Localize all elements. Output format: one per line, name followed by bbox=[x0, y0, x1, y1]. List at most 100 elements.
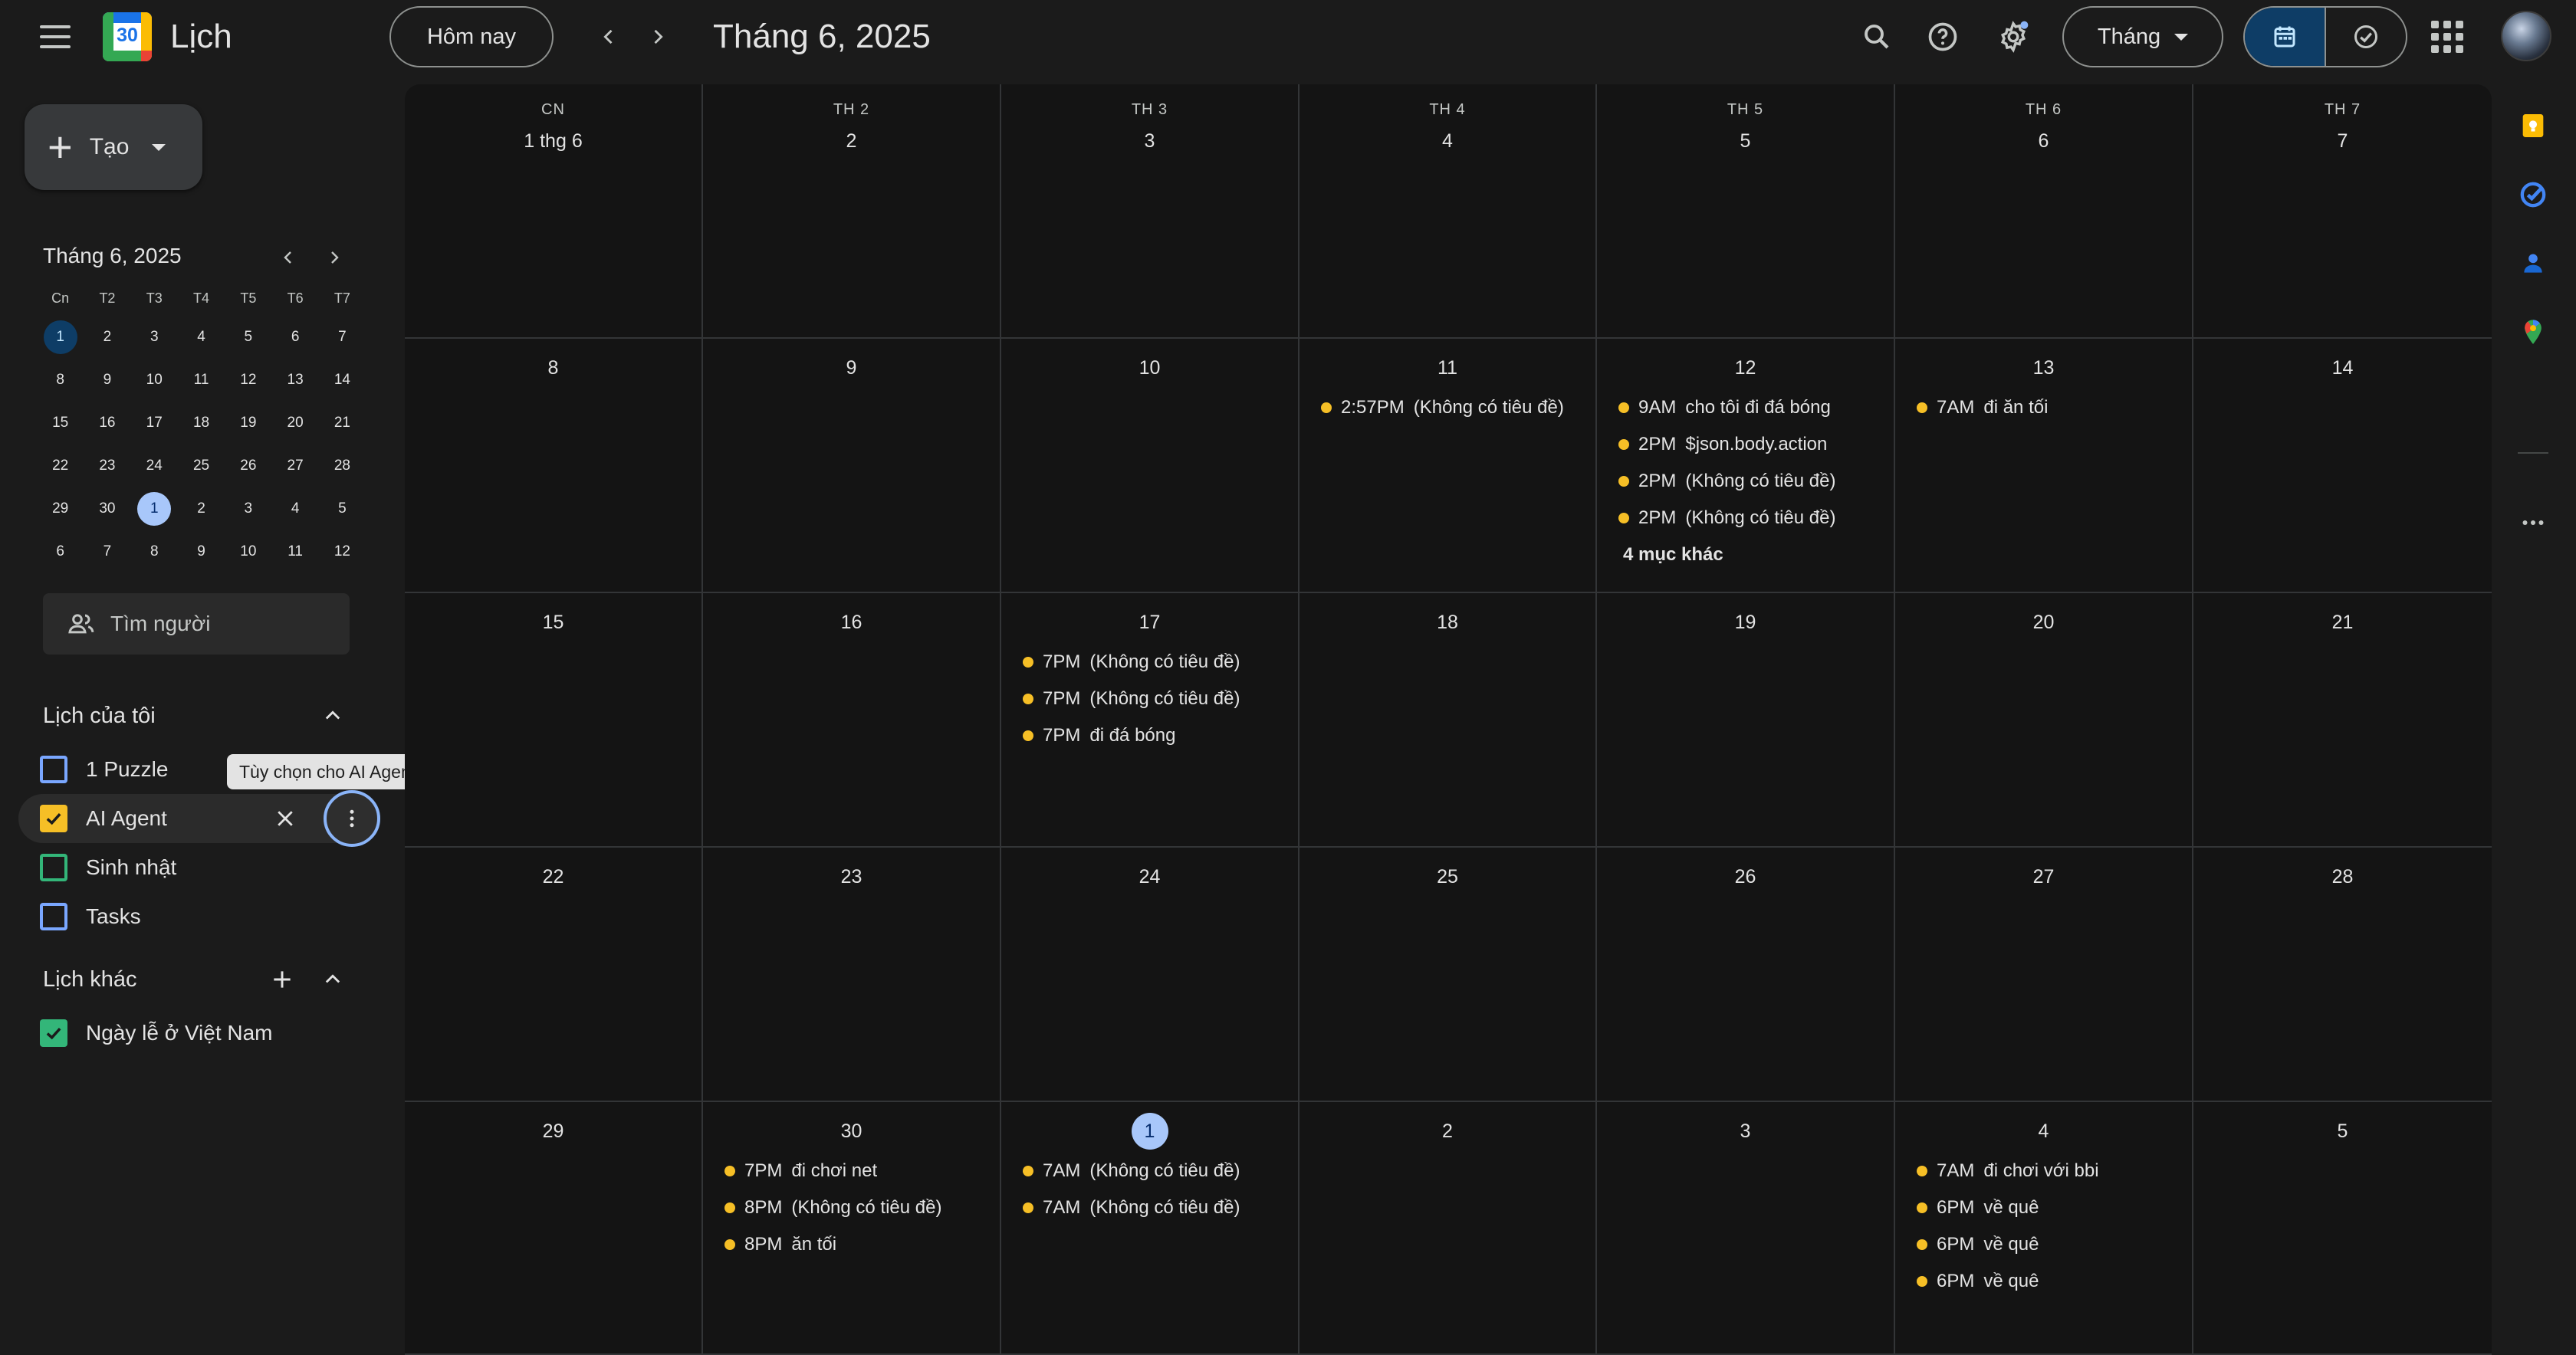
day-number[interactable]: 29 bbox=[535, 1113, 572, 1150]
mini-calendar-day[interactable]: 5 bbox=[225, 316, 271, 359]
mini-calendar-day[interactable]: 2 bbox=[84, 316, 130, 359]
day-number[interactable]: 13 bbox=[2026, 349, 2062, 386]
day-number[interactable]: 30 bbox=[833, 1113, 870, 1150]
mini-calendar-day[interactable]: 7 bbox=[319, 316, 366, 359]
google-apps-icon[interactable] bbox=[2427, 17, 2467, 57]
day-cell[interactable]: CN 1 thg 6 bbox=[405, 84, 703, 339]
mini-calendar-day[interactable]: 18 bbox=[178, 402, 225, 445]
day-number[interactable]: 17 bbox=[1132, 604, 1168, 641]
calendar-checkbox[interactable] bbox=[40, 805, 67, 832]
mini-calendar-day[interactable]: 13 bbox=[271, 359, 318, 402]
event-chip[interactable]: 6PM về quê bbox=[1906, 1189, 2186, 1226]
day-number[interactable]: 8 bbox=[535, 349, 572, 386]
mini-calendar-day[interactable]: 9 bbox=[178, 530, 225, 573]
calendar-logo-icon[interactable]: 30 bbox=[103, 12, 152, 61]
previous-period-icon[interactable] bbox=[589, 17, 629, 57]
create-button[interactable]: + Tạo bbox=[25, 104, 202, 190]
day-cell[interactable]: 11 2:57PM (Không có tiêu đề) bbox=[1300, 339, 1597, 593]
day-number[interactable]: 10 bbox=[1132, 349, 1168, 386]
day-cell[interactable]: 28 bbox=[2193, 848, 2492, 1102]
event-chip[interactable]: 7PM (Không có tiêu đề) bbox=[1012, 681, 1292, 717]
day-number[interactable]: 9 bbox=[833, 349, 870, 386]
day-number[interactable]: 16 bbox=[833, 604, 870, 641]
calendar-list-item[interactable]: Ngày lễ ở Việt Nam bbox=[18, 1009, 363, 1058]
calendar-checkbox[interactable] bbox=[40, 1019, 67, 1047]
day-number[interactable]: 4 bbox=[2026, 1113, 2062, 1150]
mini-prev-month-icon[interactable] bbox=[273, 242, 304, 273]
day-number[interactable]: 5 bbox=[1727, 123, 1764, 159]
mini-calendar-day[interactable]: 14 bbox=[319, 359, 366, 402]
mini-calendar-day[interactable]: 17 bbox=[131, 402, 178, 445]
day-cell[interactable]: 1 7AM (Không có tiêu đề) 7AM (Không có tiêu … bbox=[1001, 1102, 1300, 1355]
day-cell[interactable]: 18 bbox=[1300, 593, 1597, 848]
tasks-view-toggle[interactable] bbox=[2325, 8, 2406, 66]
app-title[interactable]: Lịch bbox=[170, 15, 232, 58]
help-icon[interactable] bbox=[1921, 15, 1964, 58]
event-chip[interactable]: 7AM đi ăn tối bbox=[1906, 389, 2186, 426]
mini-calendar-day[interactable]: 8 bbox=[131, 530, 178, 573]
next-period-icon[interactable] bbox=[638, 17, 678, 57]
day-cell[interactable]: 23 bbox=[703, 848, 1001, 1102]
mini-calendar-day[interactable]: 27 bbox=[271, 445, 318, 487]
day-cell[interactable]: TH 3 3 bbox=[1001, 84, 1300, 339]
day-cell[interactable]: TH 5 5 bbox=[1597, 84, 1895, 339]
mini-calendar-day[interactable]: 1 bbox=[131, 487, 178, 530]
day-cell[interactable]: 10 bbox=[1001, 339, 1300, 593]
mini-calendar-day[interactable]: 6 bbox=[271, 316, 318, 359]
day-number[interactable]: 23 bbox=[833, 858, 870, 895]
day-cell[interactable]: 15 bbox=[405, 593, 703, 848]
keep-icon[interactable] bbox=[2512, 104, 2555, 147]
day-number[interactable]: 4 bbox=[1429, 123, 1466, 159]
mini-calendar-day[interactable]: 3 bbox=[225, 487, 271, 530]
day-cell[interactable]: 12 9AM cho tôi đi đá bóng 2PM $json.body.act… bbox=[1597, 339, 1895, 593]
day-number[interactable]: 24 bbox=[1132, 858, 1168, 895]
event-chip[interactable]: 7PM (Không có tiêu đề) bbox=[1012, 644, 1292, 681]
event-chip[interactable]: 2PM (Không có tiêu đề) bbox=[1608, 500, 1888, 536]
day-number[interactable]: 1 bbox=[1131, 1113, 1168, 1150]
event-chip[interactable]: 8PM (Không có tiêu đề) bbox=[714, 1189, 994, 1226]
day-cell[interactable]: 9 bbox=[703, 339, 1001, 593]
mini-calendar-day[interactable]: 12 bbox=[319, 530, 366, 573]
day-cell[interactable]: 8 bbox=[405, 339, 703, 593]
day-number[interactable]: 3 bbox=[1132, 123, 1168, 159]
mini-calendar-day[interactable]: 11 bbox=[271, 530, 318, 573]
day-cell[interactable]: 30 7PM đi chơi net 8PM (Không có tiêu đề) 8PM… bbox=[703, 1102, 1001, 1355]
day-number[interactable]: 6 bbox=[2026, 123, 2062, 159]
settings-gear-icon[interactable] bbox=[1992, 15, 2035, 58]
day-number[interactable]: 18 bbox=[1429, 604, 1466, 641]
mini-calendar-day[interactable]: 22 bbox=[37, 445, 84, 487]
today-button[interactable]: Hôm nay bbox=[389, 6, 554, 67]
day-number[interactable]: 19 bbox=[1727, 604, 1764, 641]
calendar-list-item[interactable]: Sinh nhật bbox=[18, 843, 363, 892]
day-number[interactable]: 11 bbox=[1429, 349, 1466, 386]
mini-calendar-day[interactable]: 20 bbox=[271, 402, 318, 445]
event-chip[interactable]: 6PM về quê bbox=[1906, 1263, 2186, 1300]
mini-calendar-day[interactable]: 15 bbox=[37, 402, 84, 445]
day-number[interactable]: 12 bbox=[1727, 349, 1764, 386]
calendar-options-more-icon[interactable] bbox=[324, 790, 380, 847]
day-cell[interactable]: 14 bbox=[2193, 339, 2492, 593]
unsubscribe-close-icon[interactable] bbox=[268, 802, 302, 835]
day-number[interactable]: 20 bbox=[2026, 604, 2062, 641]
mini-calendar-day[interactable]: 7 bbox=[84, 530, 130, 573]
event-chip[interactable]: 9AM cho tôi đi đá bóng bbox=[1608, 389, 1888, 426]
day-cell[interactable]: 24 bbox=[1001, 848, 1300, 1102]
mini-calendar-day[interactable]: 8 bbox=[37, 359, 84, 402]
mini-calendar-day[interactable]: 26 bbox=[225, 445, 271, 487]
day-number[interactable]: 14 bbox=[2325, 349, 2361, 386]
day-cell[interactable]: 26 bbox=[1597, 848, 1895, 1102]
day-number[interactable]: 22 bbox=[535, 858, 572, 895]
day-number[interactable]: 2 bbox=[833, 123, 870, 159]
day-cell[interactable]: 3 bbox=[1597, 1102, 1895, 1355]
day-cell[interactable]: 2 bbox=[1300, 1102, 1597, 1355]
mini-calendar-day[interactable]: 11 bbox=[178, 359, 225, 402]
mini-calendar-day[interactable]: 24 bbox=[131, 445, 178, 487]
day-number[interactable]: 25 bbox=[1429, 858, 1466, 895]
calendar-list-item[interactable]: AI Agent bbox=[18, 790, 380, 847]
other-calendars-header[interactable]: Lịch khác bbox=[43, 958, 350, 1001]
mini-calendar-day[interactable]: 16 bbox=[84, 402, 130, 445]
mini-calendar-day[interactable]: 30 bbox=[84, 487, 130, 530]
maps-icon[interactable] bbox=[2512, 311, 2555, 354]
mini-calendar-day[interactable]: 28 bbox=[319, 445, 366, 487]
main-menu-icon[interactable] bbox=[31, 15, 80, 58]
